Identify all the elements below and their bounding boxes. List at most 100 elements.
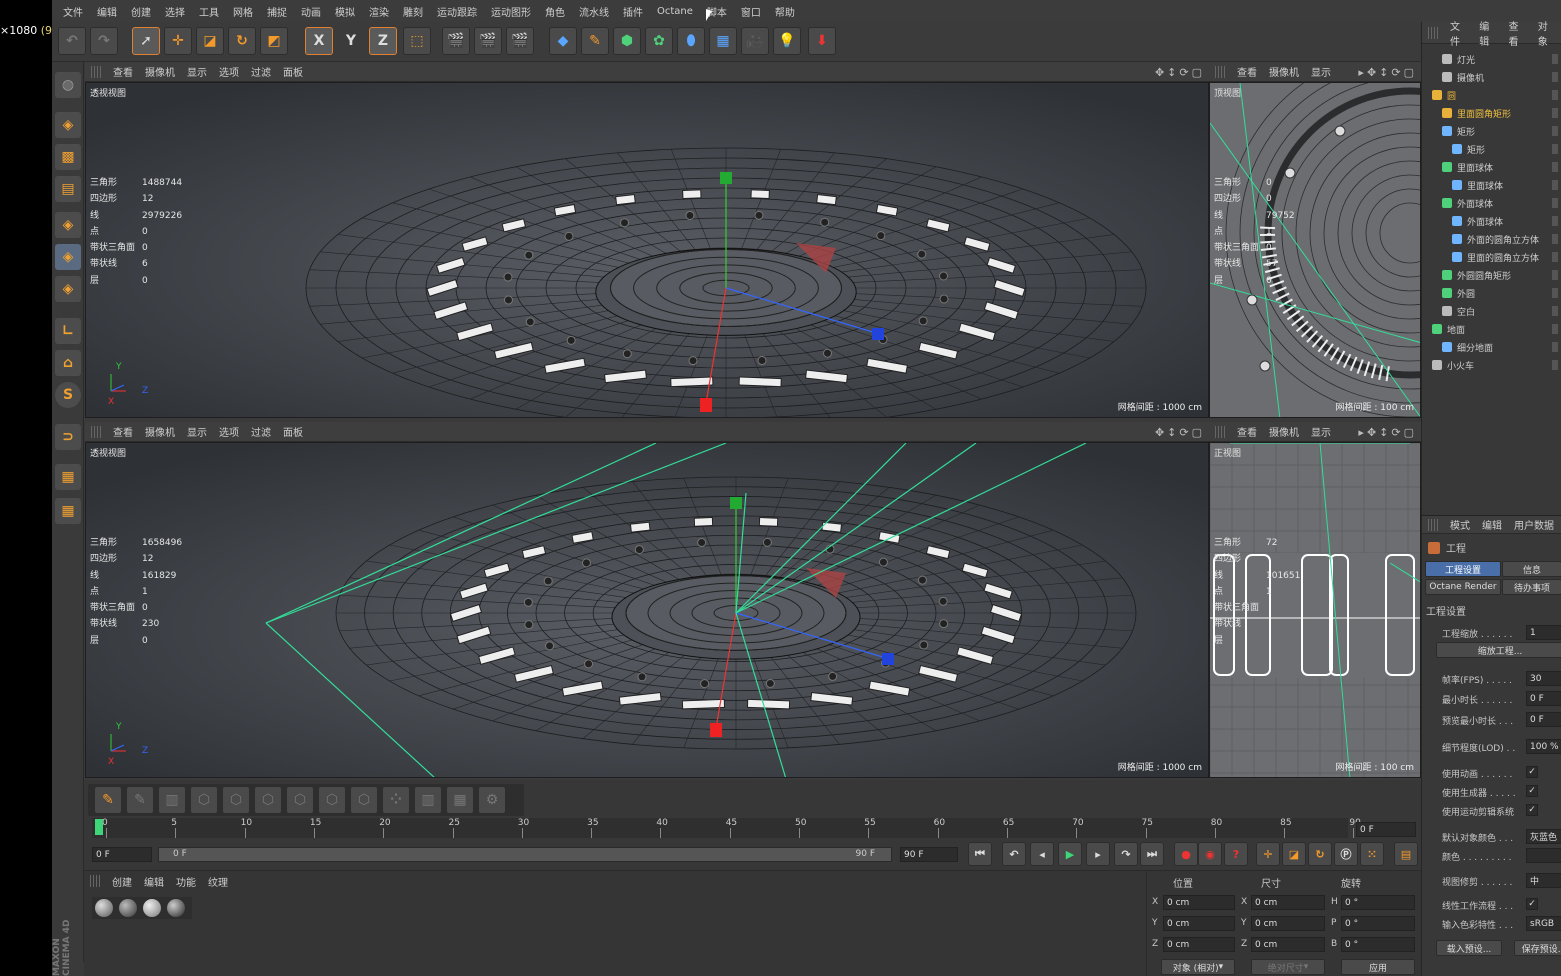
viewport3-nav-icons[interactable]: ✥↕⟳▢: [1155, 426, 1205, 439]
material-ball-3-icon[interactable]: [143, 899, 161, 917]
tool-8-button[interactable]: ⬡: [318, 786, 346, 814]
texture-mode-button[interactable]: ▩: [55, 144, 81, 170]
polygons-mode-button[interactable]: ◈: [55, 276, 81, 302]
viewport-menu-item[interactable]: 查看: [107, 424, 139, 439]
undo-button[interactable]: ↶: [58, 27, 86, 55]
panel-grip-icon[interactable]: [91, 65, 103, 78]
visibility-dot-icon[interactable]: [1552, 270, 1558, 280]
tab-info[interactable]: 信息: [1502, 561, 1561, 577]
key-scale-button[interactable]: ◪: [1282, 842, 1306, 866]
menu-item[interactable]: 流水线: [572, 4, 616, 19]
object-row[interactable]: 灯光: [1422, 50, 1561, 68]
visibility-dot-icon[interactable]: [1552, 234, 1558, 244]
next-key-button[interactable]: ↷: [1114, 842, 1138, 866]
attribute-field[interactable]: sRGB: [1526, 916, 1561, 931]
model-mode-button[interactable]: ◈: [55, 112, 81, 138]
x-axis-button[interactable]: X: [305, 27, 333, 55]
size-field[interactable]: 0 cm: [1251, 937, 1325, 952]
tab-project-settings[interactable]: 工程设置: [1425, 561, 1501, 577]
viewport-menu-item[interactable]: 显示: [1305, 424, 1337, 439]
go-start-button[interactable]: ⏮: [968, 842, 992, 866]
viewport-menu-item[interactable]: 面板: [277, 424, 309, 439]
move-tool-button[interactable]: ✛: [164, 27, 192, 55]
visibility-dot-icon[interactable]: [1552, 216, 1558, 226]
cube-button[interactable]: ◆: [549, 27, 577, 55]
menu-item[interactable]: 插件: [616, 4, 650, 19]
object-row[interactable]: 空白: [1422, 302, 1561, 320]
viewport4-nav-icons[interactable]: ▸✥↕⟳▢: [1358, 426, 1417, 439]
viewport-menu-item[interactable]: 摄像机: [1263, 424, 1305, 439]
object-row[interactable]: 外圆: [1422, 284, 1561, 302]
range-slider[interactable]: 0 F 90 F: [158, 847, 892, 862]
attribute-checkbox[interactable]: ✓: [1526, 898, 1538, 910]
position-field[interactable]: 0 cm: [1163, 895, 1235, 910]
subdivision-button[interactable]: ⬢: [613, 27, 641, 55]
menu-item[interactable]: 角色: [538, 4, 572, 19]
attribute-tab[interactable]: 用户数据: [1508, 517, 1560, 532]
save-preset-button[interactable]: 保存预设...: [1514, 940, 1561, 956]
object-row[interactable]: 地面: [1422, 320, 1561, 338]
viewport-menu-item[interactable]: 过滤: [245, 64, 277, 79]
viewport-perspective-top[interactable]: XYZ 透视视图 三角形 1488744 四边形 12 线 2979226 点 0 带状三角面 0…: [85, 82, 1209, 418]
tweak-mode-button[interactable]: ⌂: [55, 350, 81, 376]
size-mode-dropdown[interactable]: 绝对尺寸 ▾: [1251, 959, 1325, 975]
solo-button[interactable]: S: [55, 382, 81, 408]
key-pla-button[interactable]: ⁙: [1360, 842, 1384, 866]
coordinate-system-button[interactable]: ⬚: [403, 27, 431, 55]
tool-10-button[interactable]: ⁘: [382, 786, 410, 814]
object-row[interactable]: 里面圆角矩形: [1422, 104, 1561, 122]
panel-grip-icon[interactable]: [1428, 518, 1440, 531]
visibility-dot-icon[interactable]: [1552, 288, 1558, 298]
viewport-menu-item[interactable]: 摄像机: [139, 424, 181, 439]
viewport1-nav-icons[interactable]: ✥↕⟳▢: [1155, 66, 1205, 79]
render-view-button[interactable]: 🎬: [442, 27, 470, 55]
timeline-window-button[interactable]: ▤: [1394, 842, 1418, 866]
object-row[interactable]: 矩形: [1422, 140, 1561, 158]
rotate-tool-button[interactable]: ↻: [228, 27, 256, 55]
make-editable-button[interactable]: ◍: [55, 72, 81, 98]
timeline-ruler[interactable]: 051015202530354045505560657075808590: [92, 818, 1361, 838]
camera-button[interactable]: 🎥: [741, 27, 769, 55]
tool-6-button[interactable]: ⬡: [254, 786, 282, 814]
z-axis-button[interactable]: Z: [369, 27, 397, 55]
rotation-field[interactable]: 0 °: [1341, 937, 1415, 952]
material-ball-1-icon[interactable]: [95, 899, 113, 917]
playhead[interactable]: [95, 819, 103, 835]
menu-item[interactable]: 创建: [124, 4, 158, 19]
menu-item[interactable]: 模拟: [328, 4, 362, 19]
attribute-field[interactable]: 100 %: [1526, 739, 1561, 754]
tool-11-button[interactable]: ▥: [414, 786, 442, 814]
menu-item[interactable]: 编辑: [90, 4, 124, 19]
redo-button[interactable]: ↷: [90, 27, 118, 55]
auto-key-button[interactable]: ◉: [1198, 842, 1222, 866]
viewport-menu-item[interactable]: 显示: [181, 64, 213, 79]
viewport-front-view[interactable]: 正视图 三角形 72 四边形线 101651 点 1 带状三角面 带状线层 网格间距 : 10…: [1209, 442, 1421, 778]
apply-button[interactable]: 应用: [1341, 959, 1415, 975]
current-frame-field[interactable]: 0 F: [1356, 822, 1416, 837]
visibility-dot-icon[interactable]: [1552, 306, 1558, 316]
viewport-menu-item[interactable]: 过滤: [245, 424, 277, 439]
menu-item[interactable]: 帮助: [768, 4, 802, 19]
deformer-button[interactable]: ⬮: [677, 27, 705, 55]
attribute-field[interactable]: 1: [1526, 625, 1561, 640]
material-tab[interactable]: 编辑: [138, 874, 170, 889]
attribute-tab[interactable]: 编辑: [1476, 517, 1508, 532]
attribute-field[interactable]: 灰蓝色: [1526, 829, 1561, 844]
visibility-dot-icon[interactable]: [1552, 144, 1558, 154]
visibility-dot-icon[interactable]: [1552, 126, 1558, 136]
cloner-button[interactable]: ✿: [645, 27, 673, 55]
next-frame-button[interactable]: ▸: [1086, 842, 1110, 866]
viewport-top-view[interactable]: 顶视图 三角形 0 四边形 0 线 79752 点 1 带状三角面 0 带状线 57 层 0 网格间距 :…: [1209, 82, 1421, 418]
visibility-dot-icon[interactable]: [1552, 72, 1558, 82]
menu-item[interactable]: 窗口: [734, 4, 768, 19]
y-axis-button[interactable]: Y: [337, 27, 365, 55]
position-field[interactable]: 0 cm: [1163, 916, 1235, 931]
object-row[interactable]: 里面球体: [1422, 176, 1561, 194]
visibility-dot-icon[interactable]: [1552, 198, 1558, 208]
menu-item[interactable]: 网格: [226, 4, 260, 19]
viewport-menu-item[interactable]: 显示: [1305, 64, 1337, 79]
tool-2-button[interactable]: ✎: [126, 786, 154, 814]
viewport2-nav-icons[interactable]: ▸✥↕⟳▢: [1358, 66, 1417, 79]
material-tab[interactable]: 创建: [106, 874, 138, 889]
visibility-dot-icon[interactable]: [1552, 360, 1558, 370]
